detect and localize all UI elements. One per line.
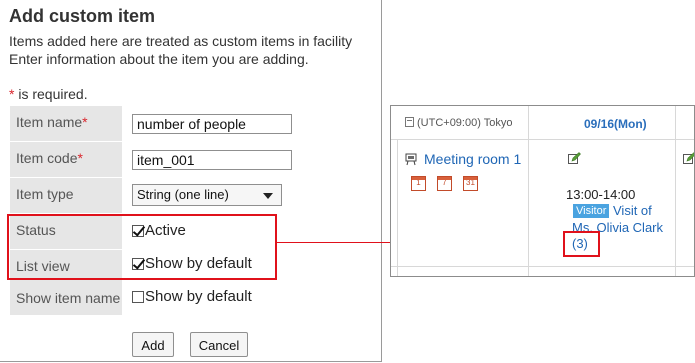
left-border [397,139,398,276]
item-code-field [132,150,292,170]
chevron-down-icon [263,193,273,199]
description-line-2: Enter information about the item you are… [9,51,309,67]
description-line-1: Items added here are treated as custom i… [9,33,353,49]
week-view-icon[interactable]: 7 [437,176,452,191]
facility-link[interactable]: Meeting room 1 [424,151,521,167]
facility-icon [405,153,417,166]
item-code-label: Item code* [10,142,122,177]
description: Items added here are treated as custom i… [9,32,352,68]
status-listview-highlight [7,214,277,280]
show-item-name-checkbox[interactable] [132,290,144,303]
visitor-badge: Visitor [573,204,610,218]
required-note: * is required. [9,86,88,102]
show-item-name-checkbox-row[interactable]: Show by default [132,288,252,305]
month-view-icon[interactable]: 31 [463,176,478,191]
item-code-input[interactable] [132,150,292,170]
calendar-icon [405,117,414,127]
page-title: Add custom item [9,6,156,26]
add-button[interactable]: Add [132,332,174,357]
add-schedule-icon[interactable] [568,152,581,165]
event-title-line-1[interactable]: Visit of [613,203,652,218]
item-type-selected-value: String (one line) [137,187,229,202]
add-custom-item-panel: Add custom item Items added here are tre… [0,0,382,362]
item-type-label: Item type [10,178,122,213]
custom-value-highlight [563,231,600,257]
day-view-icon[interactable]: 1 [411,176,426,191]
required-note-text: is required. [14,86,88,102]
item-name-field [132,114,292,134]
item-type-select[interactable]: String (one line) [132,184,282,206]
date-header[interactable]: 09/16(Mon) [584,117,647,131]
show-item-name-label: Show item name [10,282,122,315]
cancel-button[interactable]: Cancel [190,332,248,357]
show-item-name-field: Show by default [132,288,252,305]
column-divider [528,106,529,276]
add-schedule-icon[interactable] [683,152,695,165]
schedule-preview: (UTC+09:00) Tokyo 09/16(Mon) Meeting roo… [390,105,695,277]
item-type-field: String (one line) [132,184,282,206]
show-item-name-checkbox-label: Show by default [145,288,252,305]
timezone-label: (UTC+09:00) Tokyo [405,117,512,129]
column-divider [675,106,676,276]
event-time: 13:00-14:00 [566,187,636,202]
item-name-input[interactable] [132,114,292,134]
row-divider [391,266,694,267]
item-name-label: Item name* [10,106,122,141]
